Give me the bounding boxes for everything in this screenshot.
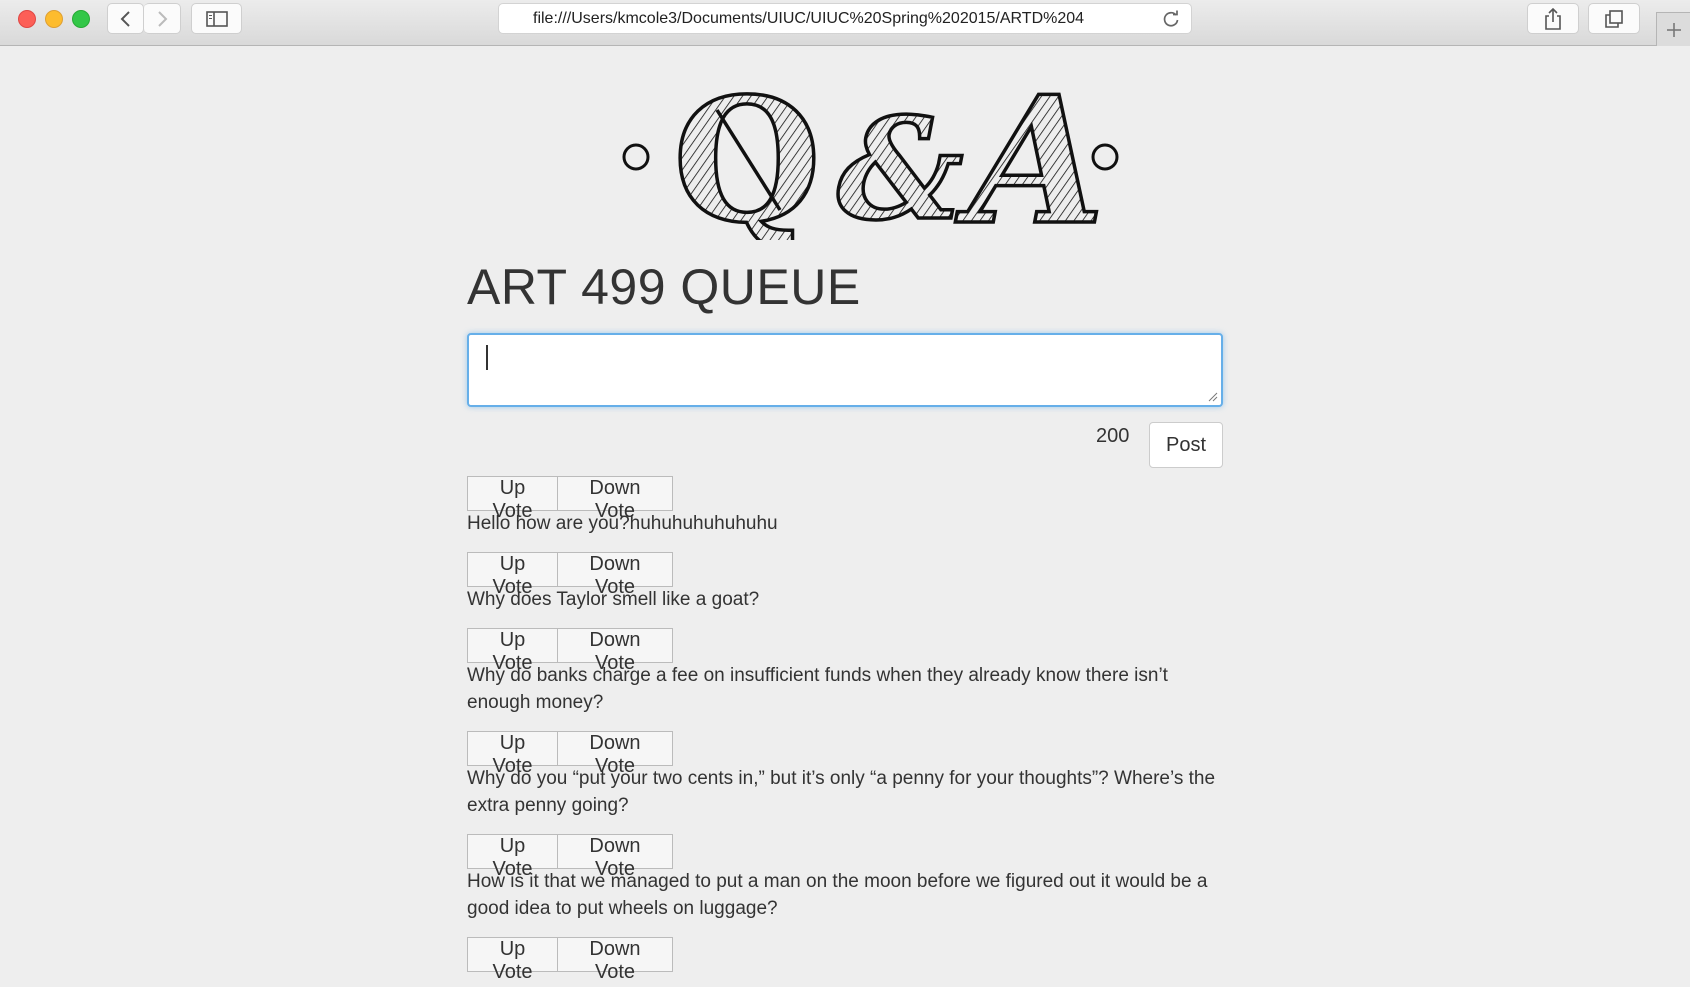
question-text: Why does Taylor smell like a goat? [467,589,760,610]
down-vote-button[interactable]: Down Vote [558,628,673,674]
chevron-right-icon [158,10,168,27]
sidebar-toggle-button[interactable] [191,3,242,34]
url-text: file:///Users/kmcole3/Documents/UIUC/UIU… [533,10,1085,27]
question-item: Up Vote Down Vote Why do banks charge a … [467,628,1227,716]
share-icon [1545,7,1561,30]
show-tabs-button[interactable] [1588,3,1640,34]
tabs-icon [1605,9,1623,28]
question-text: Why do you “put your two cents in,” but … [467,768,1216,816]
plus-icon [1666,22,1681,37]
up-vote-button[interactable]: Up Vote [467,628,558,674]
maximize-window-button[interactable] [72,10,90,28]
logo-lettering: Q & A [671,70,1106,240]
up-vote-button[interactable]: Up Vote [467,552,558,598]
minimize-window-button[interactable] [45,10,63,28]
down-vote-button[interactable]: Down Vote [558,937,673,983]
address-bar[interactable]: file:///Users/kmcole3/Documents/UIUC/UIU… [498,3,1192,34]
up-vote-button[interactable]: Up Vote [467,834,558,880]
question-item: Up Vote Down Vote [467,937,1227,983]
up-vote-button[interactable]: Up Vote [467,937,558,983]
up-vote-button[interactable]: Up Vote [467,731,558,777]
down-vote-button[interactable]: Down Vote [558,552,673,598]
character-counter: 200 [1096,425,1130,447]
resize-handle-icon[interactable] [1208,392,1218,402]
down-vote-button[interactable]: Down Vote [558,731,673,777]
up-vote-button[interactable]: Up Vote [467,476,558,522]
question-list: Up Vote Down Vote Hello how are you?huhu… [467,476,1227,987]
chevron-left-icon [120,10,130,27]
vote-controls: Up Vote Down Vote [467,834,1227,880]
question-item: Up Vote Down Vote Why does Taylor smell … [467,552,1227,613]
page-title: ART 499 QUEUE [467,259,861,315]
svg-text:&: & [837,88,963,240]
question-item: Up Vote Down Vote Hello how are you?huhu… [467,476,1227,537]
forward-button[interactable] [144,3,181,34]
svg-text:A: A [955,70,1105,240]
vote-controls: Up Vote Down Vote [467,628,1227,674]
vote-controls: Up Vote Down Vote [467,552,1227,598]
down-vote-button[interactable]: Down Vote [558,834,673,880]
qa-logo: Q & A [622,70,1119,240]
new-tab-button[interactable] [1656,12,1690,46]
question-text: Hello how are you?huhuhuhuhuhuhu [467,513,778,534]
question-textarea[interactable] [467,333,1223,407]
down-vote-button[interactable]: Down Vote [558,476,673,522]
question-item: Up Vote Down Vote Why do you “put your t… [467,731,1227,819]
reload-icon[interactable] [1161,9,1181,29]
close-window-button[interactable] [18,10,36,28]
post-button[interactable]: Post [1149,422,1223,468]
back-button[interactable] [107,3,144,34]
question-text: How is it that we managed to put a man o… [467,871,1208,919]
vote-controls: Up Vote Down Vote [467,731,1227,777]
browser-toolbar: file:///Users/kmcole3/Documents/UIUC/UIU… [0,0,1690,46]
question-item: Up Vote Down Vote How is it that we mana… [467,834,1227,922]
question-text: Why do banks charge a fee on insufficien… [467,665,1168,713]
vote-controls: Up Vote Down Vote [467,476,1227,522]
vote-controls: Up Vote Down Vote [467,937,1227,983]
text-cursor [486,345,488,370]
share-button[interactable] [1527,3,1579,34]
sidebar-icon [205,10,228,27]
